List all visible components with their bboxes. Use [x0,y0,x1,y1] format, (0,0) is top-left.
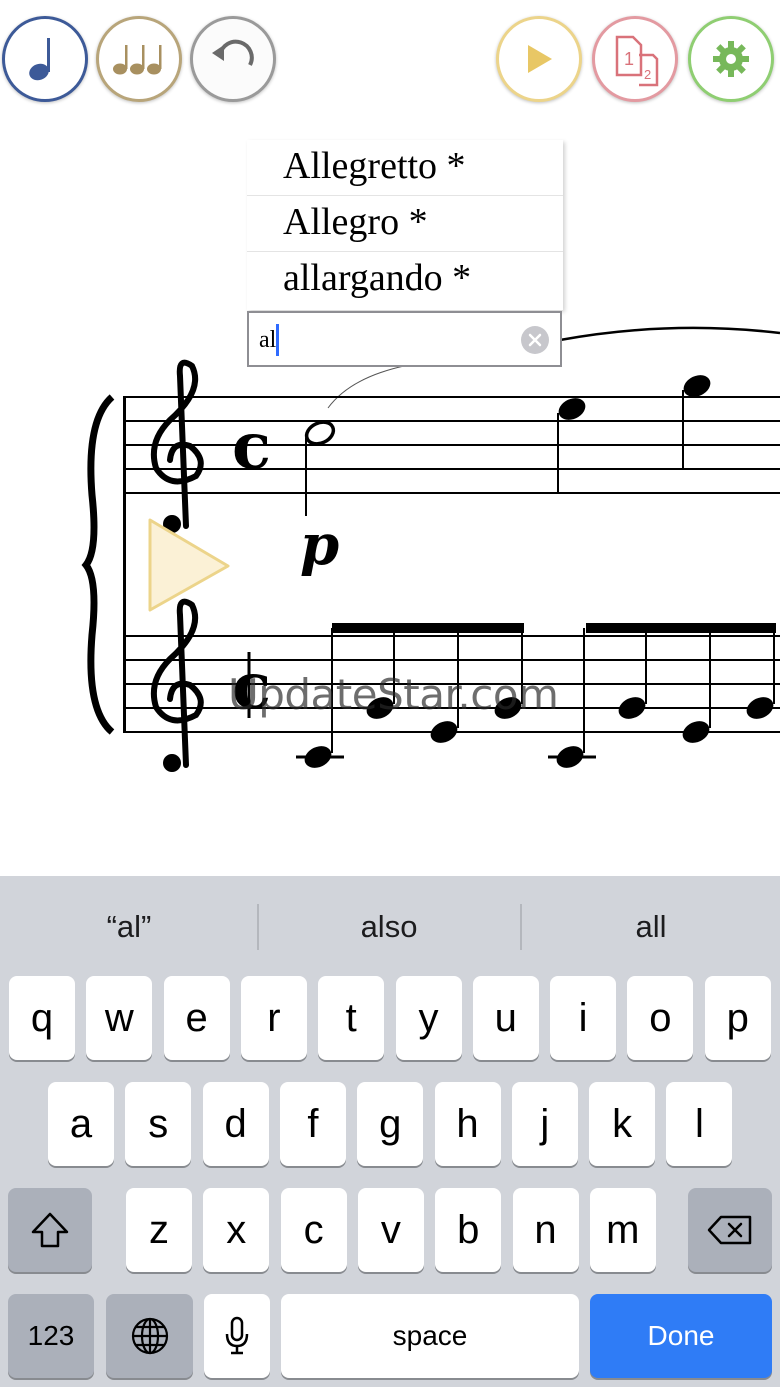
microphone-icon [225,1316,249,1355]
key-q[interactable]: q [9,976,75,1060]
key-i[interactable]: i [550,976,617,1060]
pages-icon: 1 2 [615,35,659,87]
globe-key[interactable] [106,1294,193,1378]
shift-key[interactable] [8,1188,92,1272]
key-v[interactable]: v [357,1188,424,1272]
svg-text:2: 2 [644,67,651,82]
key-r[interactable]: r [240,976,307,1060]
suggestion-item[interactable]: allargando * [247,252,563,308]
prediction-item[interactable]: also [260,876,518,976]
undo-icon [212,39,254,66]
key-y[interactable]: y [395,976,462,1060]
key-m[interactable]: m [589,1188,656,1272]
text-caret [276,324,279,356]
key-z[interactable]: z [126,1188,192,1272]
suggestion-item[interactable]: Allegretto * [247,140,563,196]
key-k[interactable]: k [589,1082,656,1166]
key-w[interactable]: w [86,976,153,1060]
svg-text:1: 1 [624,49,634,69]
key-b[interactable]: b [435,1188,502,1272]
time-signature-upper: c [232,409,271,484]
backspace-icon [707,1215,752,1245]
toolbar: 1 2 [0,0,780,120]
key-f[interactable]: f [279,1082,346,1166]
prediction-bar: “al” also all [0,876,780,976]
key-p[interactable]: p [704,976,771,1060]
space-key[interactable]: space [281,1294,579,1378]
done-key[interactable]: Done [590,1294,772,1378]
note-groups-button[interactable] [96,16,182,102]
keyboard: “al” also all qwertyuiop asdfghjkl zxcvb… [0,876,780,1387]
prediction-item[interactable]: all [522,876,780,976]
key-e[interactable]: e [163,976,230,1060]
tempo-input[interactable] [259,321,509,359]
suggestion-item[interactable]: Allegro * [247,196,563,252]
key-o[interactable]: o [627,976,694,1060]
quarter-note-icon [29,38,50,81]
key-h[interactable]: h [434,1082,501,1166]
treble-clef-lower [150,598,204,772]
note-input-button[interactable] [2,16,88,102]
key-j[interactable]: j [511,1082,578,1166]
key-x[interactable]: x [203,1188,270,1272]
key-t[interactable]: t [318,976,385,1060]
backspace-key[interactable] [688,1188,772,1272]
close-icon [528,333,542,347]
microphone-key[interactable] [204,1294,270,1378]
pages-button[interactable]: 1 2 [592,16,678,102]
tempo-input-box [247,311,562,367]
prediction-item[interactable]: “al” [0,876,258,976]
settings-button[interactable] [688,16,774,102]
prediction-divider [257,904,259,950]
key-n[interactable]: n [512,1188,579,1272]
triple-notes-icon [113,45,162,75]
key-c[interactable]: c [280,1188,347,1272]
key-u[interactable]: u [472,976,539,1060]
key-g[interactable]: g [357,1082,424,1166]
key-d[interactable]: d [202,1082,269,1166]
treble-clef-upper [150,359,204,533]
undo-button[interactable] [190,16,276,102]
globe-icon [131,1317,168,1355]
tempo-suggestion-list: Allegretto * Allegro * allargando * [247,140,563,310]
key-l[interactable]: l [666,1082,733,1166]
shift-arrow-icon [31,1212,69,1248]
key-s[interactable]: s [125,1082,192,1166]
play-button[interactable] [496,16,582,102]
gear-icon [713,41,749,77]
dynamic-marking: p [300,512,339,578]
key-a[interactable]: a [48,1082,114,1166]
play-overlay-icon[interactable] [148,518,230,612]
numbers-key[interactable]: 123 [8,1294,94,1378]
play-icon [528,45,552,73]
clear-input-button[interactable] [521,326,549,354]
watermark: UpdateStar.com [228,670,559,719]
